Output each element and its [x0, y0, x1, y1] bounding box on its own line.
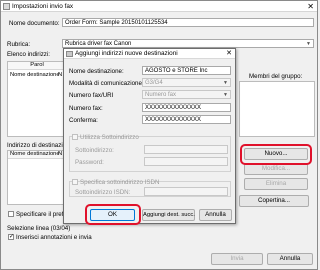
- nuovo-highlight: [240, 144, 312, 165]
- modalita-comunicazione-label: Modalità di comunicazione:: [69, 80, 144, 87]
- doc-name-label: Nome documento:: [9, 20, 60, 27]
- conferma-field[interactable]: XXXXXXXXXXXXXX: [142, 115, 231, 124]
- inserisci-annotazioni-checkbox[interactable]: [8, 233, 14, 240]
- password-field[interactable]: [144, 157, 228, 166]
- modalita-value: G3/G4: [145, 80, 163, 86]
- dialog-close-icon[interactable]: ✕: [226, 49, 232, 59]
- specifica-isdn-label: Specifica sottoindirizzo ISDN: [80, 179, 160, 186]
- chevron-down-icon: ▼: [306, 41, 311, 47]
- destination-col-nome[interactable]: Nome destinazione: [10, 151, 60, 157]
- numero-fax-label: Numero fax:: [69, 105, 103, 112]
- dialog-titlebar: Aggiungi indirizzi nuove destinazioni ✕: [64, 49, 235, 59]
- chevron-down-icon: ▼: [223, 80, 228, 86]
- sottoindirizzo-label: Sottoindirizzo:: [75, 147, 114, 154]
- group-members-list[interactable]: [239, 81, 315, 137]
- window-close-icon[interactable]: ✕: [307, 1, 314, 12]
- doc-name-field[interactable]: Order Form: Sample 20150101125534: [62, 18, 314, 27]
- rubrica-label: Rubrica:: [7, 41, 31, 48]
- inserisci-annotazioni-label: Inserisci annotazioni e invia: [16, 234, 92, 241]
- nome-destinazione-label: Nome destinazione:: [69, 68, 124, 75]
- elimina-button[interactable]: Elimina: [244, 178, 308, 190]
- numero-fax-uri-value: Numero fax: [145, 92, 177, 98]
- destination-list-header: Nome destinazione: [8, 151, 64, 159]
- sottoindirizzo-field[interactable]: [144, 145, 228, 154]
- modalita-comunicazione-select[interactable]: G3/G4 ▼: [142, 78, 231, 87]
- dialog-title: Aggiungi indirizzi nuove destinazioni: [75, 50, 178, 57]
- destination-col-n[interactable]: N: [58, 151, 62, 157]
- membri-gruppo-label: Membri del gruppo:: [249, 73, 303, 80]
- password-label: Password:: [75, 159, 104, 166]
- address-book-icon: [66, 51, 73, 57]
- copertina-button[interactable]: Copertina...: [239, 195, 309, 207]
- chevron-down-icon: ▼: [223, 92, 228, 98]
- window-titlebar: Impostazioni invio fax ✕: [1, 1, 317, 12]
- annulla-dialog-button[interactable]: Annulla: [199, 209, 232, 221]
- window-title: Impostazioni invio fax: [12, 3, 74, 10]
- sottoindirizzo-isdn-label: Sottoindirizzo ISDN:: [75, 189, 131, 196]
- elenco-indirizzi-label: Elenco indirizzi:: [7, 51, 50, 58]
- numero-fax-uri-select[interactable]: Numero fax ▼: [142, 90, 231, 99]
- specifica-isdn-checkbox[interactable]: [72, 179, 78, 185]
- rubrica-select[interactable]: Rubrica driver fax Canon ▼: [62, 39, 314, 48]
- nome-destinazione-field[interactable]: AGOSTO e STORE Inc: [142, 66, 231, 75]
- destination-list[interactable]: Nome destinazione N: [7, 150, 65, 205]
- ok-highlight: [85, 204, 141, 225]
- numero-fax-uri-label: Numero fax/URI: [69, 92, 114, 99]
- address-list-col-nome[interactable]: Nome destinazione: [10, 72, 60, 78]
- numero-fax-field[interactable]: XXXXXXXXXXXXXX: [142, 103, 231, 112]
- utilizza-sottoindirizzo-checkbox[interactable]: [72, 134, 78, 140]
- selezione-linea-label: Selezione linea (03/04): [7, 225, 71, 232]
- rubrica-value: Rubrica driver fax Canon: [65, 41, 132, 47]
- sottoindirizzo-isdn-field[interactable]: [144, 187, 228, 196]
- address-list-header: Parol: [8, 62, 64, 70]
- sottoindirizzo-group: [69, 136, 231, 172]
- address-list-col-n[interactable]: N: [58, 72, 62, 78]
- utilizza-sottoindirizzo-label: Utilizza Sottoindirizzo: [80, 134, 139, 141]
- address-list[interactable]: Parol Nome destinazione N: [7, 61, 65, 137]
- specifica-prefisso-checkbox[interactable]: [8, 211, 14, 217]
- aggiungi-dest-succ-button[interactable]: Aggiungi dest. succ.: [142, 209, 195, 221]
- annulla-main-button[interactable]: Annulla: [267, 253, 313, 265]
- conferma-label: Conferma:: [69, 117, 98, 124]
- fax-app-icon: [3, 3, 10, 10]
- invia-button[interactable]: Invia: [211, 253, 263, 265]
- add-destination-dialog: Aggiungi indirizzi nuove destinazioni ✕ …: [63, 48, 236, 225]
